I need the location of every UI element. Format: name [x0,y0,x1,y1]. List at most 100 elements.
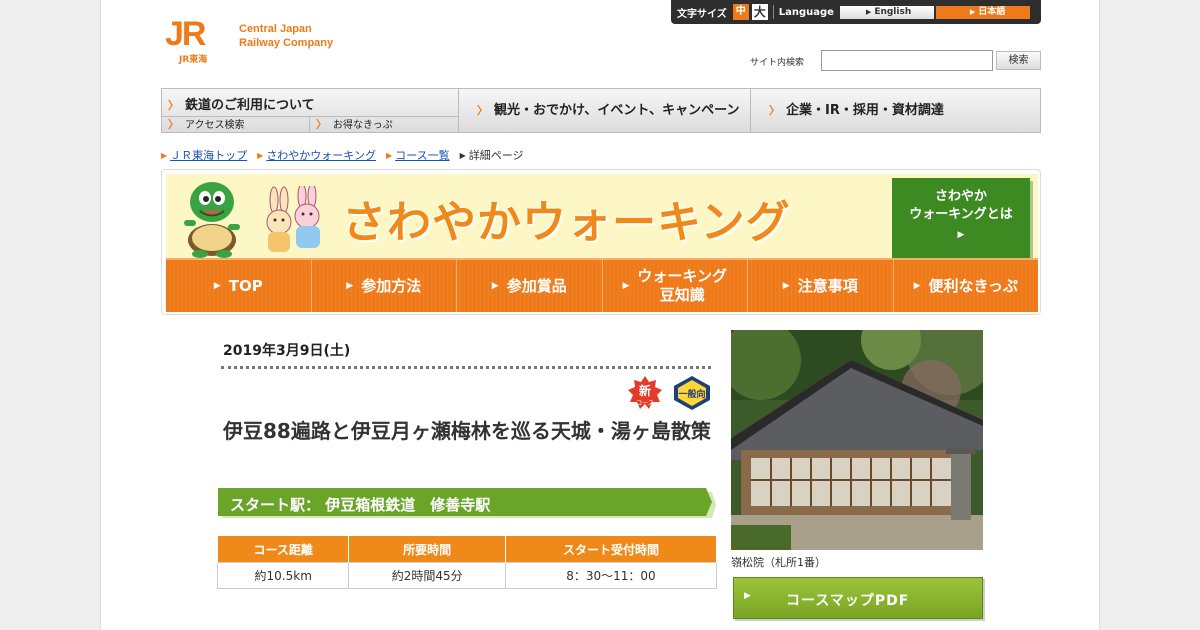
banner-nav-top[interactable]: ▶ TOP [166,260,312,312]
cell-start-time: 8：30～11：00 [504,562,718,589]
dotted-divider [221,366,711,369]
cell-duration: 約2時間45分 [348,562,506,589]
company-name-line2: Railway Company [239,37,334,49]
breadcrumb-link-course-list[interactable]: コース一覧 [395,147,449,163]
breadcrumb-link-walking[interactable]: さわやかウォーキング [266,147,376,163]
breadcrumb-link-jr-top[interactable]: ＪＲ東海トップ [170,147,247,163]
banner-nav-tickets[interactable]: ▶ 便利なきっぷ [893,260,1038,312]
font-size-large-button[interactable]: 大 [751,4,768,20]
triangle-right-icon: ▶ [913,280,921,291]
header-duration: 所要時間 [348,535,506,563]
temple-photo [731,330,983,550]
rabbit-mascots-icon [266,186,320,252]
banner-nav-how-to-join[interactable]: ▶ 参加方法 [311,260,457,312]
triangle-right-icon: ▶ [213,280,221,291]
start-station-bar: スタート駅： 伊豆箱根鉄道 修善寺駅 [218,488,716,522]
site-search-input[interactable] [821,50,993,71]
banner-title: さわやかウォーキング [342,197,791,248]
event-date: 2019年3月9日(土) [223,343,351,359]
walking-banner: さわやかウォーキング さわやか ウォーキングとは ▶ ▶ TOP ▶ 参加方法 ▶ 参… [161,169,1041,315]
banner-nav-prizes-label: 参加賞品 [506,276,567,295]
photo-caption: 嶺松院（札所1番） [731,556,826,569]
triangle-right-icon: ▶ [744,591,751,601]
new-badge-sub: コース [636,400,654,407]
triangle-right-icon: ▶ [459,150,466,160]
company-name-line1: Central Japan [239,23,312,35]
banner-nav-tickets-label: 便利なきっぷ [928,276,1018,295]
banner-nav-walking-tips[interactable]: ▶ ウォーキング 豆知識 [602,260,748,312]
nav-rail-usage-link[interactable]: 〉鉄道のご利用について [168,94,315,113]
utility-bar: 文字サイズ 中 大 Language ▶ English ▶ 日本語 [671,0,1041,24]
search-button[interactable]: 検索 [996,51,1041,70]
nav-discount-tickets-label: お得なきっぷ [333,120,393,131]
triangle-right-icon: ▶ [161,150,168,160]
about-walking-button[interactable]: さわやか ウォーキングとは ▶ [892,178,1030,258]
language-english-label: English [874,6,912,17]
jr-central-logo[interactable]: JR JR東海 Central Japan Railway Company [165,15,365,65]
triangle-right-icon: ▶ [385,150,393,160]
chevron-right-icon: 〉 [168,99,179,112]
triangle-right-icon: ▶ [257,150,264,160]
banner-header: さわやかウォーキング さわやか ウォーキングとは ▶ [166,174,1038,258]
language-japanese-label: 日本語 [978,6,1006,17]
breadcrumb-item: ▶ コース一覧 [386,147,450,163]
triangle-right-icon: ▶ [491,280,499,291]
nav-access-search-label: アクセス検索 [185,120,245,131]
chevron-right-icon: 〉 [477,104,488,117]
start-station-label: スタート駅： 伊豆箱根鉄道 修善寺駅 [230,496,491,514]
header-start-time: スタート受付時間 [504,535,718,563]
global-nav: 〉鉄道のご利用について 〉アクセス検索 〉お得なきっぷ 〉観光・おでかけ、イベン… [161,88,1041,133]
page: JR JR東海 Central Japan Railway Company 文字… [100,0,1100,630]
jr-logo-sub: JR東海 [179,55,208,65]
company-name: Central Japan Railway Company [239,22,359,50]
language-japanese-button[interactable]: ▶ 日本語 [935,5,1030,19]
breadcrumb-item: ▶ 詳細ページ [460,147,524,163]
banner-nav-how-to-join-label: 参加方法 [361,276,422,295]
nav-corporate[interactable]: 〉企業・IR・採用・資材調達 [751,89,1041,132]
nav-discount-tickets[interactable]: 〉お得なきっぷ [310,117,458,133]
nav-rail-usage: 〉鉄道のご利用について 〉アクセス検索 〉お得なきっぷ [162,89,459,133]
breadcrumb-current: 詳細ページ [468,149,524,162]
breadcrumb-item: ▶ ＪＲ東海トップ [161,147,247,163]
jr-logo-mark: JR [165,15,206,53]
banner-nav-prizes[interactable]: ▶ 参加賞品 [457,260,603,312]
triangle-right-icon: ▶ [346,280,354,291]
table-header-row: コース距離 所要時間 スタート受付時間 [216,535,718,563]
chevron-right-icon: 〉 [168,118,179,131]
table-row: 約10.5km 約2時間45分 8：30～11：00 [216,562,718,589]
about-walking-line1: さわやか [934,189,987,204]
nav-corporate-label: 企業・IR・採用・資材調達 [786,103,944,118]
nav-rail-subrow: 〉アクセス検索 〉お得なきっぷ [162,116,458,133]
course-title: 伊豆88遍路と伊豆月ヶ瀬梅林を巡る天城・湯ヶ島散策 [223,419,711,443]
course-map-pdf-label: コースマップPDF [786,593,910,609]
general-audience-badge: 一般向 [674,376,710,410]
new-course-badge: 新 コース [628,376,662,409]
banner-nav: ▶ TOP ▶ 参加方法 ▶ 参加賞品 ▶ ウォーキング 豆知識 ▶ 注意事項 ▶ 便利なき… [166,258,1038,312]
triangle-right-icon: ▶ [622,280,630,291]
language-english-button[interactable]: ▶ English [839,5,934,19]
breadcrumb: ▶ ＪＲ東海トップ ▶ さわやかウォーキング ▶ コース一覧 ▶ 詳細ページ [161,147,524,163]
new-badge-text: 新 [639,383,651,398]
cell-distance: 約10.5km [216,562,350,589]
breadcrumb-item: ▶ さわやかウォーキング [257,147,376,163]
nav-tourism[interactable]: 〉観光・おでかけ、イベント、キャンペーン [459,89,751,132]
general-badge-text: 一般向 [678,388,705,400]
chevron-right-icon: 〉 [769,104,780,117]
chevron-right-icon: 〉 [316,118,327,131]
about-walking-line2: ウォーキングとは [909,207,1013,222]
banner-nav-notes[interactable]: ▶ 注意事項 [748,260,894,312]
font-size-medium-button[interactable]: 中 [732,4,749,20]
banner-nav-notes-label: 注意事項 [797,276,858,295]
banner-nav-top-label: TOP [228,276,263,295]
language-label: Language [778,6,834,18]
header-distance: コース距離 [216,535,350,563]
turtle-mascot-icon [184,182,240,258]
divider [772,5,774,19]
triangle-right-icon: ▶ [782,280,790,291]
course-map-pdf-button[interactable]: ▶ コースマップPDF [733,577,983,619]
nav-rail-usage-label: 鉄道のご利用について [185,98,315,113]
nav-tourism-label: 観光・おでかけ、イベント、キャンペーン [494,103,740,118]
nav-access-search[interactable]: 〉アクセス検索 [162,117,310,133]
font-size-label: 文字サイズ [677,8,727,20]
triangle-right-icon: ▶ [957,230,965,240]
